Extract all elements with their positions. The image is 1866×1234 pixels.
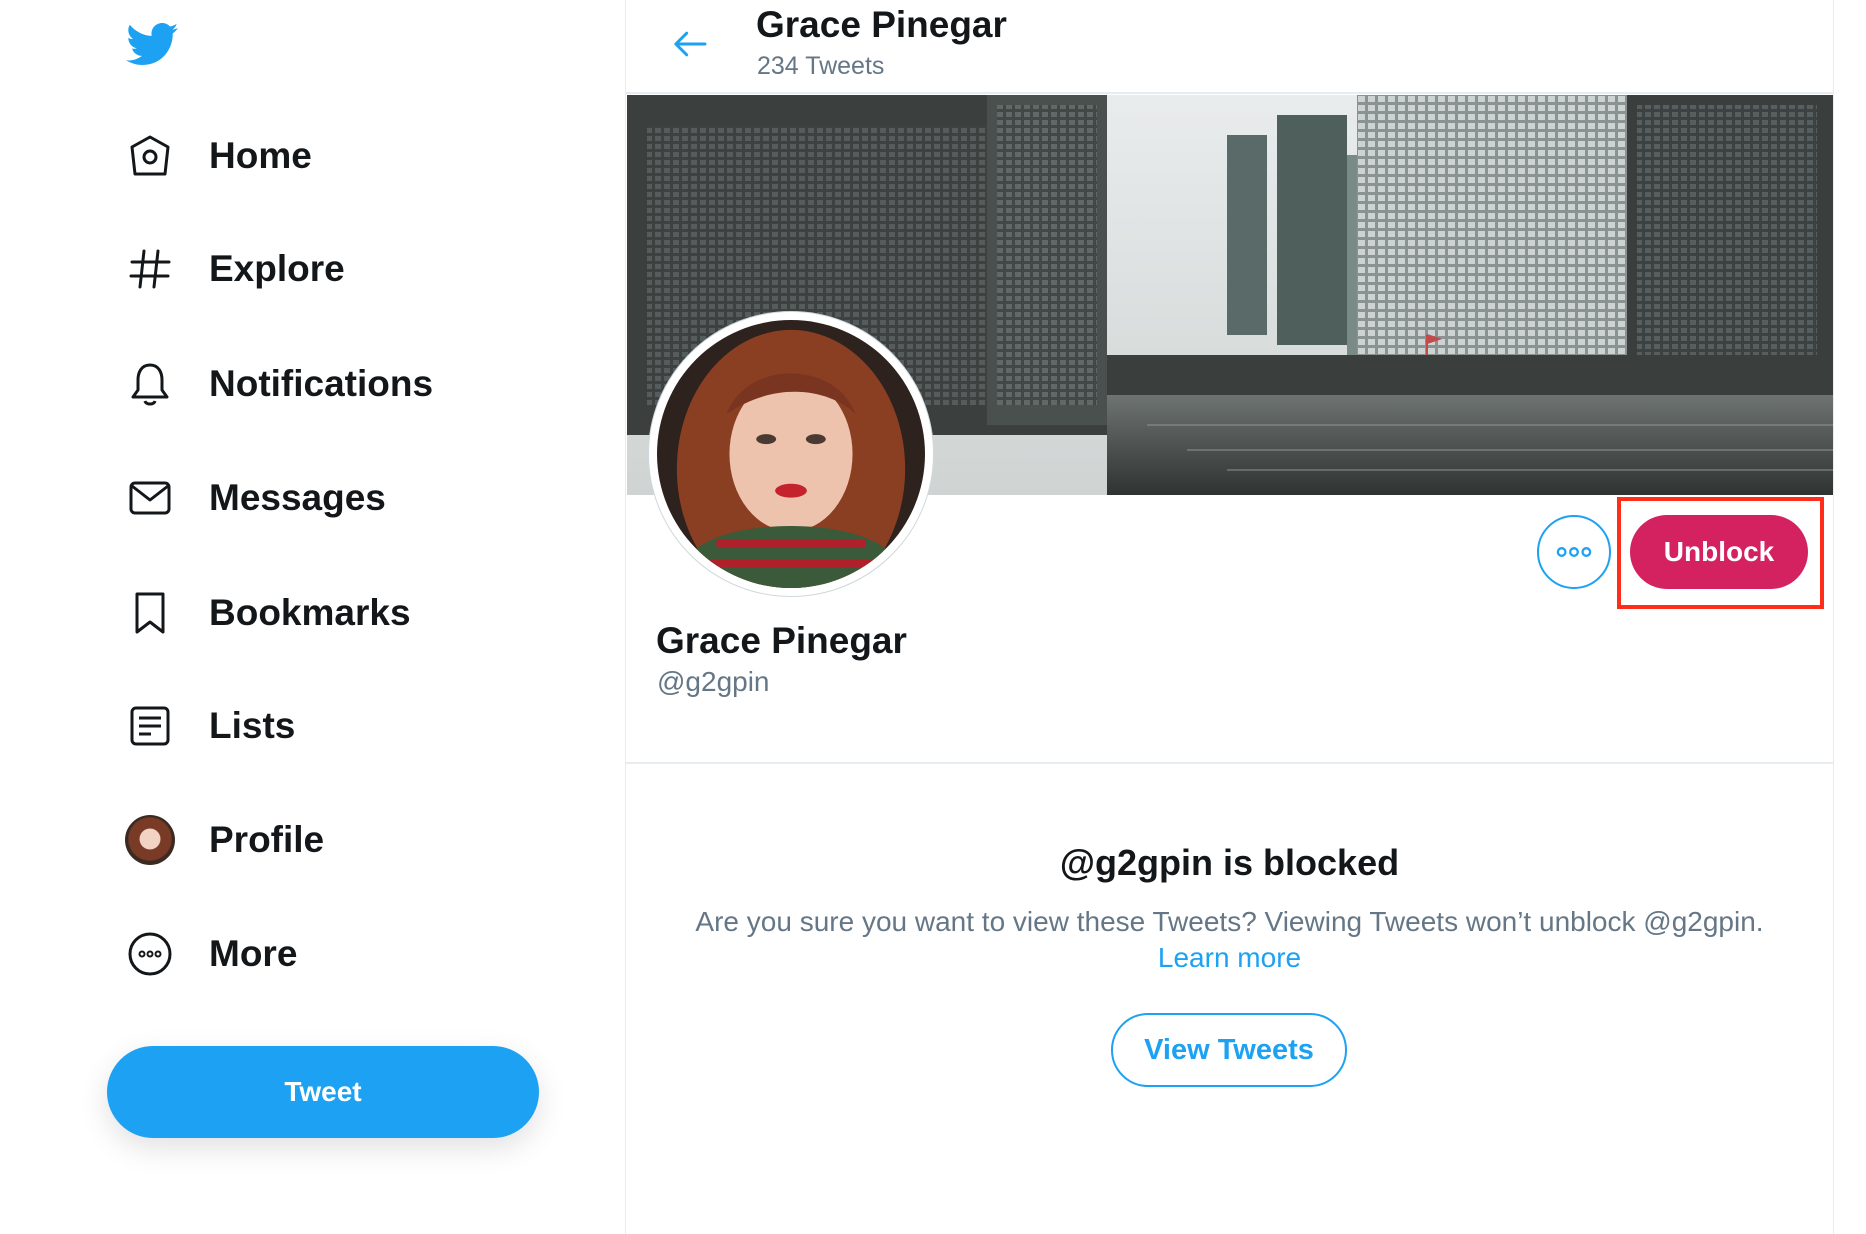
page-title: Grace Pinegar <box>756 4 1007 45</box>
app-root: Home Explore Notifications Messages Book <box>0 0 1866 1234</box>
sidebar-item-label: More <box>209 933 298 974</box>
sidebar-item-more[interactable]: More <box>120 919 297 989</box>
sidebar-item-messages[interactable]: Messages <box>120 463 386 533</box>
list-icon <box>120 696 180 756</box>
hashtag-icon <box>120 239 180 299</box>
sidebar-item-notifications[interactable]: Notifications <box>120 349 433 419</box>
learn-more-link[interactable]: Learn more <box>626 942 1833 974</box>
tweet-count: 234 Tweets <box>757 52 885 80</box>
bookmark-icon <box>120 583 180 643</box>
sidebar: Home Explore Notifications Messages Book <box>0 0 625 1234</box>
sidebar-item-home[interactable]: Home <box>120 121 312 191</box>
blocked-description: Are you sure you want to view these Twee… <box>695 906 1764 937</box>
unblock-button[interactable]: Unblock <box>1630 515 1808 589</box>
sidebar-item-label: Bookmarks <box>209 592 411 633</box>
divider <box>626 762 1833 764</box>
view-tweets-button[interactable]: View Tweets <box>1111 1013 1347 1087</box>
home-icon <box>120 126 180 186</box>
profile-header: Grace Pinegar 234 Tweets <box>626 0 1833 94</box>
blocked-title: @g2gpin is blocked <box>1059 842 1400 883</box>
profile-handle: @g2gpin <box>657 666 770 697</box>
avatar <box>125 815 175 865</box>
more-options-button[interactable] <box>1537 515 1611 589</box>
sidebar-item-explore[interactable]: Explore <box>120 234 345 304</box>
sidebar-item-label: Lists <box>209 705 296 746</box>
bell-icon <box>120 354 180 414</box>
sidebar-item-label: Messages <box>209 477 386 518</box>
profile-name: Grace Pinegar <box>656 620 907 661</box>
sidebar-item-bookmarks[interactable]: Bookmarks <box>120 578 411 648</box>
sidebar-item-label: Notifications <box>209 363 434 404</box>
twitter-bird-icon[interactable] <box>125 18 181 70</box>
sidebar-item-profile[interactable]: Profile <box>120 805 324 875</box>
more-dots-icon <box>1556 547 1592 557</box>
main-column: Grace Pinegar 234 Tweets Unblock Grace P… <box>625 0 1834 1234</box>
sidebar-item-label: Explore <box>209 248 345 289</box>
back-arrow-icon[interactable] <box>664 20 716 68</box>
tweet-button[interactable]: Tweet <box>107 1046 539 1138</box>
profile-avatar[interactable] <box>648 311 934 597</box>
envelope-icon <box>120 468 180 528</box>
sidebar-item-label: Home <box>209 135 312 176</box>
more-circle-icon <box>120 924 180 984</box>
sidebar-item-lists[interactable]: Lists <box>120 691 295 761</box>
sidebar-item-label: Profile <box>209 819 325 860</box>
